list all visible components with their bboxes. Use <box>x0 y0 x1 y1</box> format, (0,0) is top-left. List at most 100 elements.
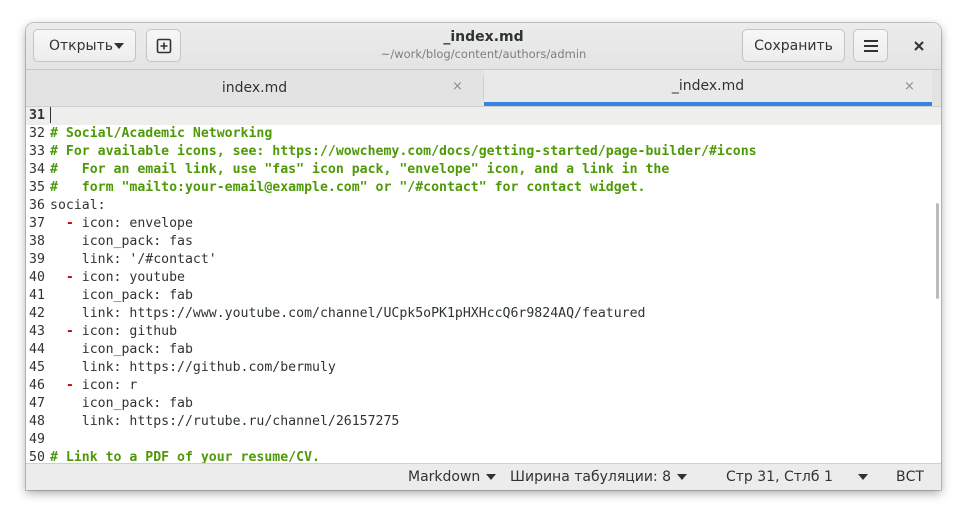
main-menu-button[interactable] <box>853 29 888 62</box>
editor-line[interactable]: 33 # For available icons, see: https://wo… <box>26 143 941 161</box>
code-text: icon: r <box>73 378 138 393</box>
new-document-button[interactable] <box>146 29 181 62</box>
code-text: link: https://github.com/bermuly <box>50 360 336 375</box>
line-number: 40 <box>29 270 45 285</box>
editor-line[interactable]: 41 icon_pack: fab <box>26 287 941 305</box>
line-code: social: <box>50 197 106 215</box>
line-code <box>50 107 51 125</box>
tab-bar: index.md × _index.md × <box>26 70 941 107</box>
position-menu[interactable] <box>852 468 868 486</box>
comment-text: # Social/Academic Networking <box>50 126 273 141</box>
code-text: icon_pack: fab <box>50 396 193 411</box>
tab-underscore-index-md[interactable]: _index.md × <box>484 70 932 106</box>
line-number: 38 <box>29 234 45 249</box>
line-number: 33 <box>29 144 45 159</box>
editor-line[interactable]: 40 - icon: youtube <box>26 269 941 287</box>
line-number: 37 <box>29 216 45 231</box>
editor-line[interactable]: 44 icon_pack: fab <box>26 341 941 359</box>
editor-line[interactable]: 42 link: https://www.youtube.com/channel… <box>26 305 941 323</box>
editor-line[interactable]: 46 - icon: r <box>26 377 941 395</box>
editor-line[interactable]: 47 icon_pack: fab <box>26 395 941 413</box>
window-subtitle: ~/work/blog/content/authors/admin <box>380 47 587 61</box>
chevron-down-icon <box>486 474 497 480</box>
tab-close-icon[interactable]: × <box>452 79 463 94</box>
line-number: 41 <box>29 288 45 303</box>
chevron-down-icon <box>114 43 124 49</box>
open-button[interactable]: Открыть <box>33 29 136 62</box>
line-code: link: https://github.com/bermuly <box>50 359 336 377</box>
editor-line[interactable]: 31 <box>26 107 941 125</box>
save-button-label: Сохранить <box>754 37 833 54</box>
window-close-button[interactable] <box>902 29 935 62</box>
editor-line[interactable]: 39 link: '/#contact' <box>26 251 941 269</box>
line-code: icon_pack: fab <box>50 341 193 359</box>
editor-line[interactable]: 43 - icon: github <box>26 323 941 341</box>
editor-line[interactable]: 34 # For an email link, use "fas" icon pa… <box>26 161 941 179</box>
language-selector[interactable]: Markdown <box>408 468 497 486</box>
code-text: icon_pack: fas <box>50 234 193 249</box>
code-text: link: https://www.youtube.com/channel/UC… <box>50 306 646 321</box>
code-text: link: '/#contact' <box>50 252 217 267</box>
editor-line[interactable]: 38 icon_pack: fas <box>26 233 941 251</box>
insert-mode-label: ВСТ <box>896 469 924 485</box>
editor-line[interactable]: 49 <box>26 431 941 449</box>
line-number: 36 <box>29 198 45 213</box>
tab-index-md[interactable]: index.md × <box>26 70 483 106</box>
tab-label: _index.md <box>671 78 745 94</box>
code-text: icon: github <box>73 324 178 339</box>
code-text: icon_pack: fab <box>50 288 193 303</box>
line-number: 42 <box>29 306 45 321</box>
line-number: 49 <box>29 432 45 447</box>
open-button-label: Открыть <box>49 37 113 54</box>
editor-line[interactable]: 36 social: <box>26 197 941 215</box>
line-number: 34 <box>29 162 45 177</box>
editor-line[interactable]: 32 # Social/Academic Networking <box>26 125 941 143</box>
line-number: 50 <box>29 450 45 463</box>
comment-text: # form "mailto:your-email@example.com" o… <box>50 180 646 195</box>
line-number: 35 <box>29 180 45 195</box>
line-number: 32 <box>29 126 45 141</box>
tab-width-selector[interactable]: Ширина табуляции: 8 <box>510 468 688 486</box>
chevron-down-icon <box>858 474 868 480</box>
editor-line[interactable]: 50 # Link to a PDF of your resume/CV. <box>26 449 941 463</box>
line-code: link: '/#contact' <box>50 251 217 269</box>
save-button[interactable]: Сохранить <box>742 29 845 62</box>
editor-scrollbar[interactable] <box>936 203 939 299</box>
line-code: # Social/Academic Networking <box>50 125 272 143</box>
line-code: # form "mailto:your-email@example.com" o… <box>50 179 645 197</box>
code-text: icon_pack: fab <box>50 342 193 357</box>
comment-text: # Link to a PDF of your resume/CV. <box>50 450 320 463</box>
chevron-down-icon <box>677 474 688 480</box>
close-icon <box>913 40 924 51</box>
editor-window: Открыть _index.md ~/work/blog/content/au… <box>26 23 941 490</box>
code-text: link: https://rutube.ru/channel/26157275 <box>50 414 400 429</box>
code-text: social: <box>50 198 106 213</box>
editor-line[interactable]: 35 # form "mailto:your-email@example.com"… <box>26 179 941 197</box>
line-code: link: https://rutube.ru/channel/26157275 <box>50 413 400 431</box>
tab-width-label: Ширина табуляции: 8 <box>510 469 672 485</box>
line-code: # For available icons, see: https://wowc… <box>50 143 757 161</box>
hamburger-menu-icon <box>863 39 878 52</box>
line-code: # For an email link, use "fas" icon pack… <box>50 161 669 179</box>
tab-label: index.md <box>221 80 288 96</box>
cursor-position[interactable]: Стр 31, Стлб 1 <box>726 468 833 486</box>
editor-line[interactable]: 37 - icon: envelope <box>26 215 941 233</box>
line-number: 31 <box>29 108 45 123</box>
line-code: icon_pack: fab <box>50 395 193 413</box>
line-number: 48 <box>29 414 45 429</box>
tab-close-icon[interactable]: × <box>904 79 915 94</box>
list-dash: - <box>65 216 74 231</box>
text-editor[interactable]: 31 32 # Social/Academic Networking 33 # For … <box>26 107 941 463</box>
editor-line[interactable]: 48 link: https://rutube.ru/channel/26157… <box>26 413 941 431</box>
insert-mode-indicator[interactable]: ВСТ <box>896 468 924 486</box>
editor-line[interactable]: 45 link: https://github.com/bermuly <box>26 359 941 377</box>
line-number: 46 <box>29 378 45 393</box>
line-code: - icon: envelope <box>50 215 193 233</box>
list-dash: - <box>65 324 74 339</box>
list-dash: - <box>65 270 74 285</box>
line-code: # Link to a PDF of your resume/CV. <box>50 449 320 463</box>
line-code: link: https://www.youtube.com/channel/UC… <box>50 305 646 323</box>
